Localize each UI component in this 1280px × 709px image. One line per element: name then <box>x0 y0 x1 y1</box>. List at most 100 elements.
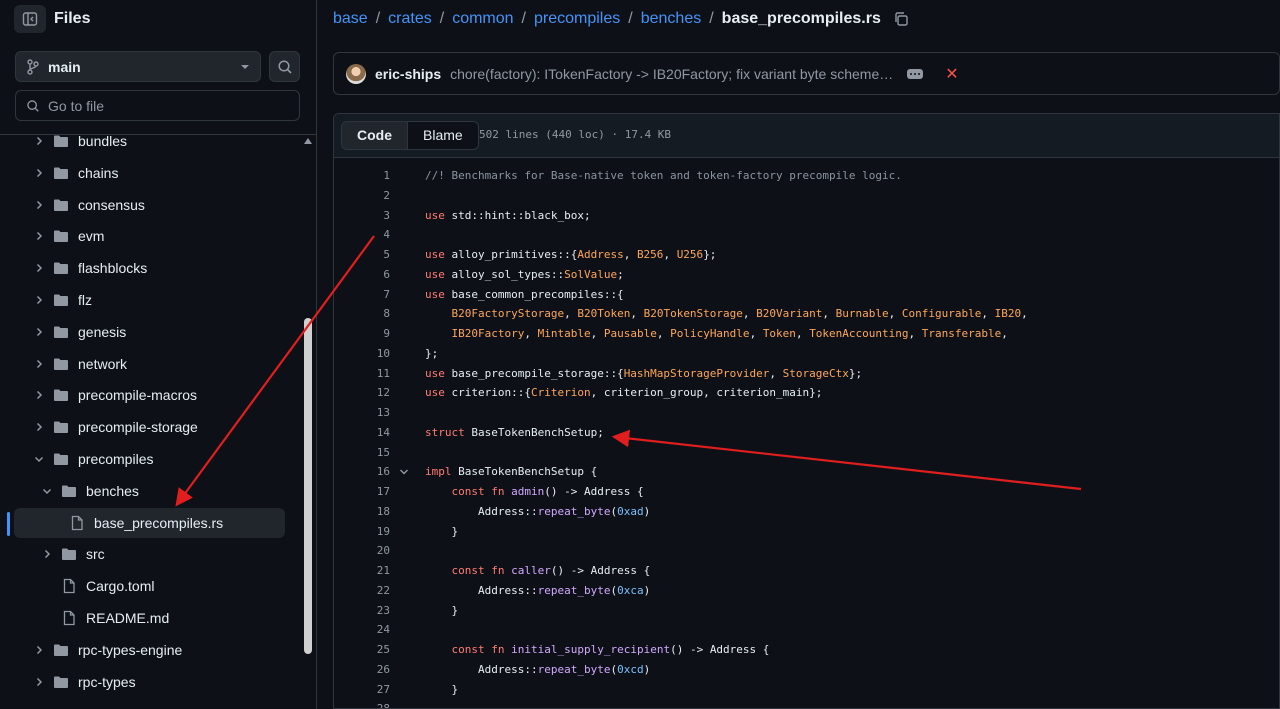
sidebar-scrollbar-thumb[interactable] <box>304 318 312 654</box>
line-number[interactable]: 22 <box>334 581 390 601</box>
breadcrumb-separator: / <box>709 10 714 27</box>
tree-folder-item[interactable]: evm <box>0 221 300 251</box>
line-number[interactable]: 23 <box>334 601 390 621</box>
code-token: PolicyHandle <box>670 327 750 340</box>
chevron-down-icon[interactable] <box>41 485 53 497</box>
code-token: repeat_byte <box>537 662 611 676</box>
code-token: Address <box>577 248 624 261</box>
line-number[interactable]: 26 <box>334 660 390 680</box>
breadcrumb-link-precompiles[interactable]: precompiles <box>534 10 620 28</box>
commit-author[interactable]: eric-ships <box>375 66 441 82</box>
line-number[interactable]: 21 <box>334 561 390 581</box>
tab-code[interactable]: Code <box>342 122 408 149</box>
chevron-right-icon[interactable] <box>41 548 53 560</box>
tree-folder-item[interactable]: flashblocks <box>0 253 300 283</box>
tree-folder-item[interactable]: chains <box>0 158 300 188</box>
chevron-down-icon[interactable] <box>33 453 45 465</box>
line-number[interactable]: 24 <box>334 620 390 640</box>
line-number[interactable]: 10 <box>334 344 390 364</box>
code-token: , <box>630 307 644 321</box>
chevron-right-icon[interactable] <box>33 326 45 338</box>
breadcrumb-link-base[interactable]: base <box>333 10 368 28</box>
line-number[interactable]: 27 <box>334 680 390 700</box>
breadcrumb-link-crates[interactable]: crates <box>388 10 432 28</box>
code-token: } <box>425 682 459 696</box>
line-number[interactable]: 25 <box>334 640 390 660</box>
chevron-right-icon[interactable] <box>33 262 45 274</box>
chevron-right-icon[interactable] <box>33 294 45 306</box>
code-line: 8 B20FactoryStorage, B20Token, B20TokenS… <box>334 304 1279 324</box>
tree-folder-item[interactable]: consensus <box>0 190 300 220</box>
tree-file-item[interactable]: base_precompiles.rs <box>0 507 300 538</box>
branch-selector[interactable]: main <box>15 51 261 82</box>
fold-chevron-icon[interactable] <box>399 462 409 482</box>
line-number[interactable]: 12 <box>334 383 390 403</box>
breadcrumb-link-benches[interactable]: benches <box>641 10 702 28</box>
line-number[interactable]: 4 <box>334 225 390 245</box>
tree-item-label: precompiles <box>78 451 154 467</box>
tab-blame[interactable]: Blame <box>408 122 478 149</box>
tree-file-item[interactable]: Cargo.toml <box>0 571 300 601</box>
commit-message[interactable]: chore(factory): ITokenFactory -> IB20Fac… <box>450 66 893 82</box>
line-number[interactable]: 9 <box>334 324 390 344</box>
line-number[interactable]: 6 <box>334 265 390 285</box>
branch-name: main <box>48 58 81 75</box>
code-line: 26 Address::repeat_byte(0xcd) <box>334 660 1279 680</box>
line-number[interactable]: 28 <box>334 699 390 708</box>
line-number[interactable]: 8 <box>334 304 390 324</box>
tree-folder-item[interactable]: genesis <box>0 317 300 347</box>
code-token: B20Variant <box>756 307 823 321</box>
code-token: StorageCtx <box>782 366 849 380</box>
chevron-right-icon[interactable] <box>33 358 45 370</box>
line-number[interactable]: 11 <box>334 364 390 384</box>
tree-folder-item[interactable]: precompiles <box>0 444 300 474</box>
line-number[interactable]: 16 <box>334 462 390 482</box>
tree-folder-item[interactable]: bundles <box>0 126 300 156</box>
tree-folder-item[interactable]: rpc-types <box>0 667 300 697</box>
chevron-right-icon[interactable] <box>33 389 45 401</box>
scroll-up-arrow-icon[interactable] <box>304 138 312 144</box>
tree-file-item[interactable]: README.md <box>0 603 300 633</box>
line-number[interactable]: 7 <box>334 285 390 305</box>
line-number[interactable]: 20 <box>334 541 390 561</box>
tree-folder-item[interactable]: rpc-types-engine <box>0 635 300 665</box>
code-token: criterion::{ <box>444 386 531 400</box>
code-token: repeat_byte <box>537 583 611 597</box>
ellipsis-expand-icon[interactable] <box>907 68 924 79</box>
line-number[interactable]: 15 <box>334 443 390 463</box>
chevron-right-icon[interactable] <box>33 135 45 147</box>
line-number[interactable]: 13 <box>334 403 390 423</box>
line-number[interactable]: 18 <box>334 502 390 522</box>
tree-folder-item[interactable]: precompile-macros <box>0 380 300 410</box>
line-number[interactable]: 14 <box>334 423 390 443</box>
line-number[interactable]: 1 <box>334 166 390 186</box>
go-to-file-input[interactable]: Go to file <box>15 90 300 121</box>
chevron-right-icon[interactable] <box>33 644 45 656</box>
tree-folder-item[interactable]: precompile-storage <box>0 412 300 442</box>
tree-item-label: precompile-macros <box>78 387 198 404</box>
line-number[interactable]: 2 <box>334 186 390 206</box>
code-line: 4 <box>334 225 1279 245</box>
tree-folder-item[interactable]: src <box>0 539 300 569</box>
search-files-button[interactable] <box>269 51 300 82</box>
breadcrumb-link-common[interactable]: common <box>452 10 513 28</box>
line-number[interactable]: 3 <box>334 206 390 226</box>
chevron-right-icon[interactable] <box>33 199 45 211</box>
tree-folder-item[interactable]: network <box>0 349 300 379</box>
sidebar-collapse-icon <box>22 12 38 26</box>
chevron-right-icon[interactable] <box>33 167 45 179</box>
check-failed-icon[interactable]: ✕ <box>945 64 958 84</box>
file-icon <box>63 579 75 594</box>
chevron-right-icon[interactable] <box>33 230 45 242</box>
tree-folder-item[interactable]: flz <box>0 285 300 315</box>
line-number[interactable]: 17 <box>334 482 390 502</box>
collapse-sidebar-button[interactable] <box>14 5 46 33</box>
line-number[interactable]: 5 <box>334 245 390 265</box>
avatar[interactable] <box>346 63 366 84</box>
line-number[interactable]: 19 <box>334 522 390 542</box>
chevron-right-icon[interactable] <box>33 676 45 688</box>
tree-folder-item[interactable]: benches <box>0 476 300 506</box>
code-text: //! Benchmarks for Base-native token and… <box>425 166 902 186</box>
chevron-right-icon[interactable] <box>33 421 45 433</box>
copy-path-icon[interactable] <box>893 11 909 27</box>
